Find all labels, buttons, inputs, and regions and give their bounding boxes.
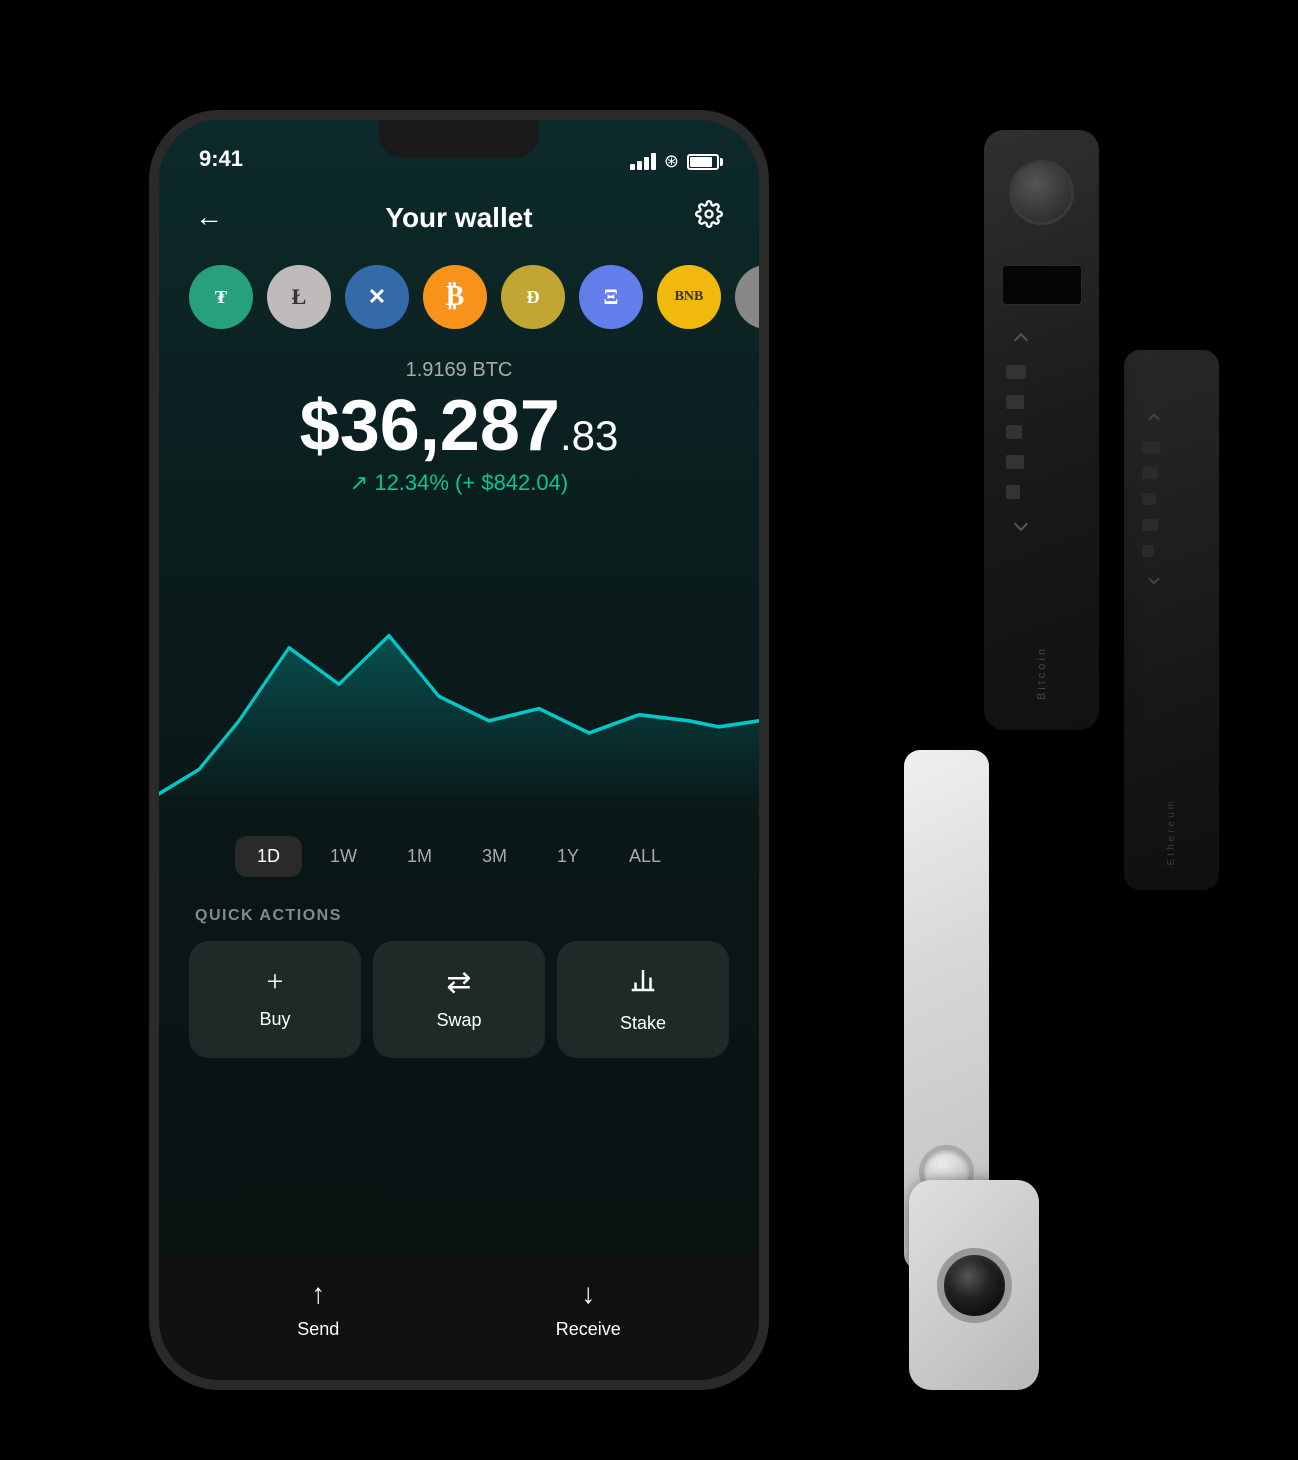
time-1w[interactable]: 1W	[308, 836, 379, 877]
back-button[interactable]: ←	[195, 202, 223, 234]
time-1d[interactable]: 1D	[235, 836, 302, 877]
arrow-down-icon	[1014, 517, 1028, 531]
time-1m[interactable]: 1M	[385, 836, 454, 877]
coin-btc-selected[interactable]: ₿	[423, 265, 487, 329]
app-content: ← Your wallet ₮ Ł ✕ ₿	[159, 180, 759, 1380]
page-title: Your wallet	[385, 202, 532, 234]
receive-label: Receive	[556, 1319, 621, 1340]
icon5	[1006, 485, 1020, 499]
plus-icon: +	[267, 965, 284, 999]
ns-icon1	[1142, 441, 1160, 453]
icon3	[1006, 425, 1022, 439]
scene: 9:41 ⊛ ←	[99, 50, 1199, 1410]
bar1	[630, 164, 635, 170]
phone-inner: 9:41 ⊛ ←	[159, 120, 759, 1380]
send-button[interactable]: ↑ Send	[297, 1279, 339, 1340]
quick-actions-label: QUICK ACTIONS	[159, 897, 759, 941]
chart-container	[159, 526, 759, 806]
ns-icon3	[1142, 493, 1156, 505]
time-selector[interactable]: 1D 1W 1M 3M 1Y ALL	[159, 816, 759, 897]
nano-s-nav	[1124, 415, 1219, 583]
bottom-bar: ↑ Send ↓ Receive	[159, 1259, 759, 1380]
coin-usdt[interactable]: ₮	[189, 265, 253, 329]
ledger-button-top	[1009, 160, 1074, 225]
coin-bnb[interactable]: BNB	[657, 265, 721, 329]
balance-cents: .83	[560, 412, 618, 459]
ledger-nano-x-black: Bitcoin	[984, 130, 1099, 730]
nav-up	[994, 335, 1026, 345]
time-3m[interactable]: 3M	[460, 836, 529, 877]
chart-fill	[159, 636, 759, 806]
stake-label: Stake	[620, 1013, 666, 1034]
stake-icon	[628, 965, 658, 1003]
time-all[interactable]: ALL	[607, 836, 683, 877]
ns-icon5	[1142, 545, 1154, 557]
bar2	[637, 161, 642, 170]
balance-change: ↗ 12.34% (+ $842.04)	[179, 470, 739, 496]
buy-button[interactable]: + Buy	[189, 941, 361, 1058]
price-chart	[159, 526, 759, 806]
balance-coin-label: 1.9169 BTC	[179, 359, 739, 382]
swap-label: Swap	[436, 1010, 481, 1031]
signal-icon	[630, 153, 656, 170]
icon4	[1006, 455, 1024, 469]
status-icons: ⊛	[630, 151, 719, 172]
swap-icon: ⇄	[446, 965, 471, 1000]
receive-icon: ↓	[581, 1279, 595, 1311]
wifi-icon: ⊛	[664, 151, 679, 172]
swap-button[interactable]: ⇄ Swap	[373, 941, 545, 1058]
ethereum-label: Ethereum	[1166, 798, 1177, 865]
status-time: 9:41	[199, 146, 243, 172]
bar3	[644, 157, 649, 170]
settings-button[interactable]	[695, 200, 723, 235]
buy-label: Buy	[259, 1009, 290, 1030]
coin-selector[interactable]: ₮ Ł ✕ ₿ Ð Ξ BNB A	[159, 255, 759, 349]
ledger-screen	[1002, 265, 1082, 305]
arrow-up-icon	[1014, 333, 1028, 347]
time-1y[interactable]: 1Y	[535, 836, 601, 877]
coin-ltc[interactable]: Ł	[267, 265, 331, 329]
send-label: Send	[297, 1319, 339, 1340]
balance-section: 1.9169 BTC $36,287.83 ↗ 12.34% (+ $842.0…	[159, 349, 759, 516]
ns-icon4	[1142, 519, 1158, 531]
ns-arrow-down	[1148, 573, 1159, 584]
ns-arrow-up	[1148, 413, 1159, 424]
ledger-nav	[984, 335, 1099, 529]
coin-eth[interactable]: Ξ	[579, 265, 643, 329]
balance-main: $36,287	[300, 386, 560, 466]
balance-amount: $36,287.83	[179, 390, 739, 462]
receive-button[interactable]: ↓ Receive	[556, 1279, 621, 1340]
ledger-stax-white	[909, 1180, 1039, 1390]
stake-button[interactable]: Stake	[557, 941, 729, 1058]
notch	[379, 120, 539, 158]
icon2	[1006, 395, 1024, 409]
camera-lens	[937, 1248, 1012, 1323]
send-icon: ↑	[311, 1279, 325, 1311]
battery-icon	[687, 154, 719, 170]
coin-xrp[interactable]: ✕	[345, 265, 409, 329]
ns-icons	[1132, 441, 1160, 557]
icon-list	[994, 365, 1026, 499]
battery-fill	[690, 157, 712, 167]
ledger-nano-s-black: Ethereum	[1124, 350, 1219, 890]
icon1	[1006, 365, 1026, 379]
coin-algo[interactable]: A	[735, 265, 759, 329]
top-bar: ← Your wallet	[159, 180, 759, 255]
bar4	[651, 153, 656, 170]
ns-icon2	[1142, 467, 1158, 479]
bitcoin-label: Bitcoin	[1036, 646, 1048, 700]
nav-down	[994, 519, 1026, 529]
coin-doge[interactable]: Ð	[501, 265, 565, 329]
quick-actions-grid: + Buy ⇄ Swap	[159, 941, 759, 1078]
phone: 9:41 ⊛ ←	[149, 110, 769, 1390]
